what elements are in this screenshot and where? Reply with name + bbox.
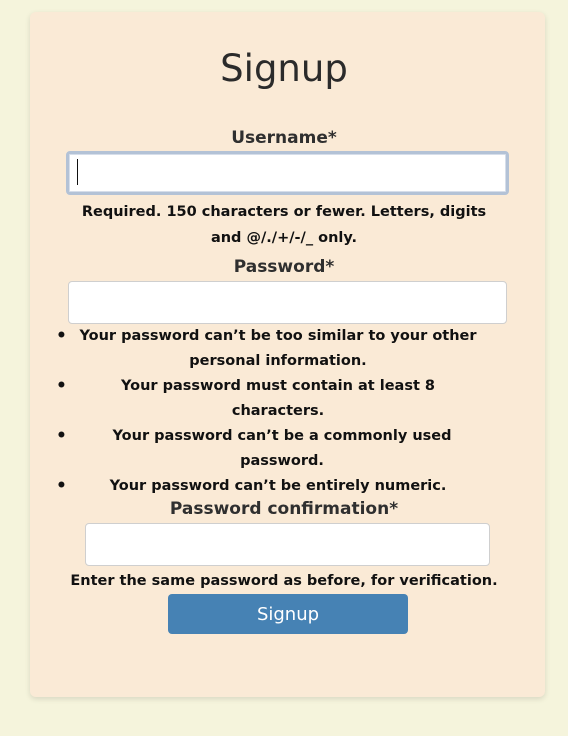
password-confirmation-label: Password confirmation*: [169, 499, 399, 519]
password-input[interactable]: [68, 281, 507, 324]
username-label: Username*: [231, 128, 337, 148]
signup-button[interactable]: Signup: [168, 594, 408, 634]
password-confirmation-input[interactable]: [85, 523, 490, 566]
password-rule-item: Your password can’t be a commonly used p…: [52, 424, 482, 474]
password-rule-item: Your password must contain at least 8 ch…: [52, 374, 482, 424]
password-rule-item: Your password can’t be too similar to yo…: [52, 324, 482, 374]
username-input[interactable]: [66, 151, 509, 195]
page-title: Signup: [220, 47, 348, 90]
text-cursor: [77, 159, 78, 185]
password-rule-item: Your password can’t be entirely numeric.: [52, 474, 482, 499]
password-label: Password*: [233, 257, 335, 277]
password-rules-list: Your password can’t be too similar to yo…: [52, 324, 482, 499]
password-confirmation-help-text: Enter the same password as before, for v…: [70, 573, 498, 589]
username-help-text: Required. 150 characters or fewer. Lette…: [81, 204, 487, 246]
